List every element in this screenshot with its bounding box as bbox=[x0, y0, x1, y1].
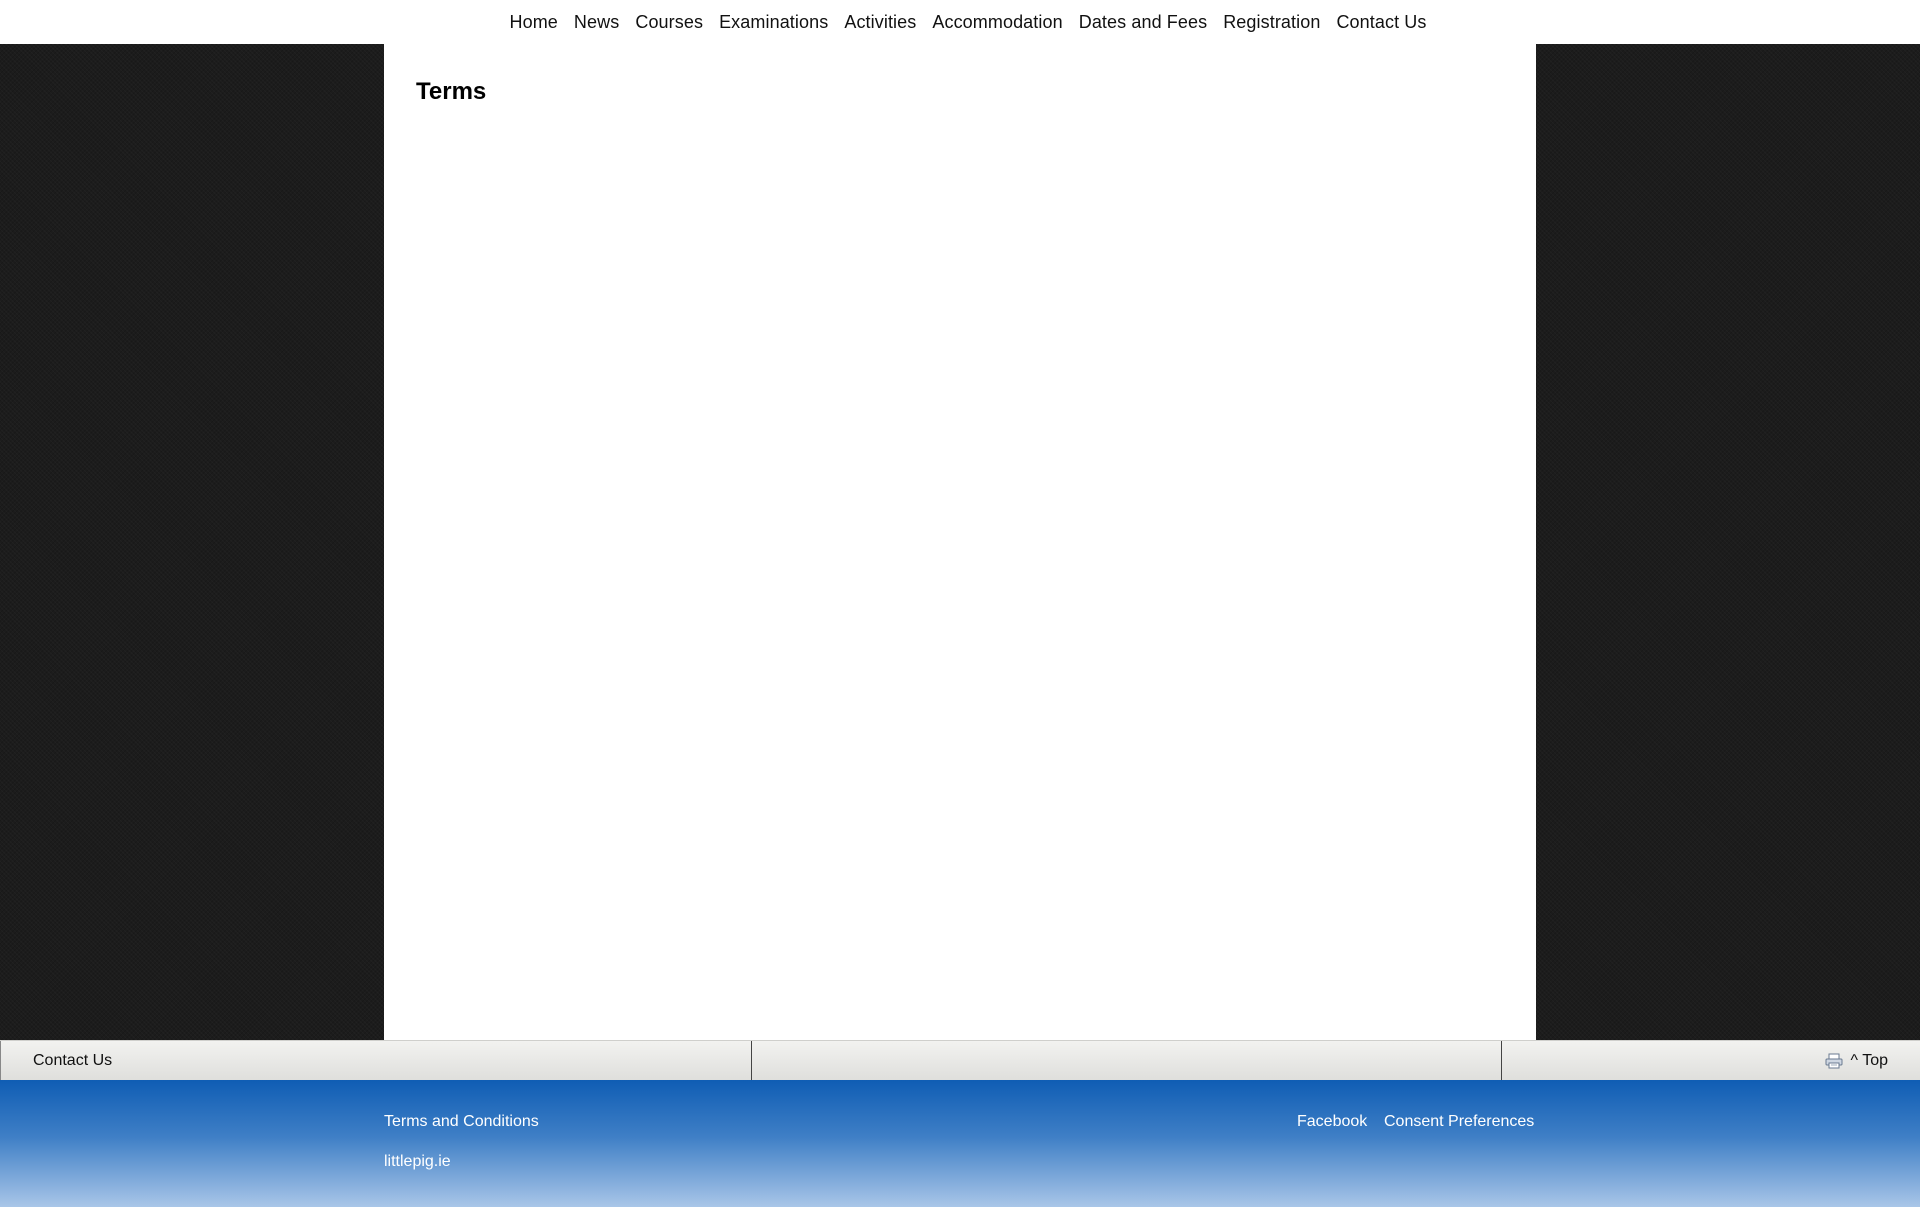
nav-item-contact-us[interactable]: Contact Us bbox=[1336, 11, 1426, 33]
site-link[interactable]: littlepig.ie bbox=[384, 1153, 451, 1171]
nav-item-accommodation[interactable]: Accommodation bbox=[932, 11, 1062, 33]
top-navigation: Home News Courses Examinations Activitie… bbox=[0, 0, 1920, 44]
consent-preferences-link[interactable]: Consent Preferences bbox=[1384, 1113, 1534, 1131]
nav-item-activities[interactable]: Activities bbox=[844, 11, 916, 33]
utility-bar-middle bbox=[752, 1041, 1502, 1080]
nav-item-examinations[interactable]: Examinations bbox=[719, 11, 828, 33]
nav-item-registration[interactable]: Registration bbox=[1223, 11, 1320, 33]
back-to-top-link[interactable]: ^ Top bbox=[1851, 1052, 1888, 1070]
nav-item-dates-and-fees[interactable]: Dates and Fees bbox=[1079, 11, 1207, 33]
page-title: Terms bbox=[416, 78, 487, 105]
utility-bar: Contact Us ^ Top bbox=[0, 1040, 1920, 1080]
nav-item-courses[interactable]: Courses bbox=[635, 11, 703, 33]
utility-bar-right: ^ Top bbox=[1502, 1041, 1920, 1080]
right-background-panel bbox=[1536, 44, 1920, 1040]
terms-and-conditions-link[interactable]: Terms and Conditions bbox=[384, 1113, 539, 1131]
facebook-link[interactable]: Facebook bbox=[1297, 1113, 1367, 1131]
contact-us-link[interactable]: Contact Us bbox=[33, 1052, 112, 1070]
printer-icon[interactable] bbox=[1825, 1053, 1843, 1069]
nav-menu: Home News Courses Examinations Activitie… bbox=[510, 11, 1427, 33]
footer: Terms and Conditions littlepig.ie Facebo… bbox=[0, 1080, 1920, 1207]
content-area: Terms bbox=[384, 44, 1536, 1040]
utility-bar-left: Contact Us bbox=[0, 1041, 752, 1080]
left-background-panel bbox=[0, 44, 384, 1040]
nav-item-news[interactable]: News bbox=[574, 11, 619, 33]
nav-item-home[interactable]: Home bbox=[510, 11, 558, 33]
